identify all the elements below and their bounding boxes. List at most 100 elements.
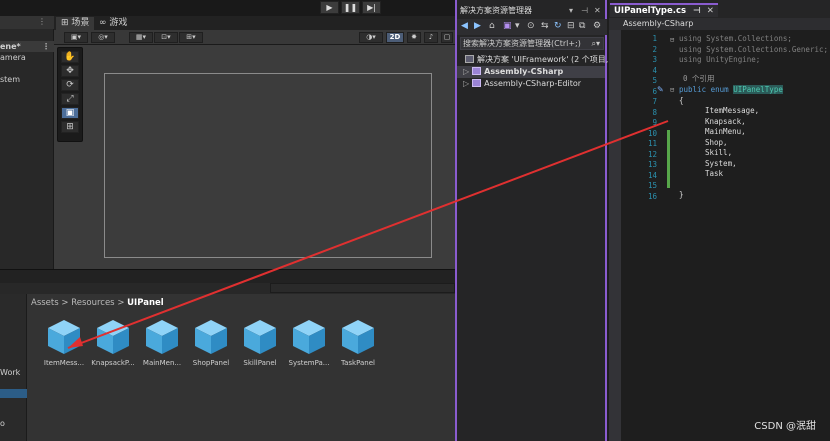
search-icon: ⌕▾ xyxy=(591,39,601,48)
scene-view[interactable]: ✋ ✥ ⟳ ⤢ ▣ ⊞ xyxy=(54,45,455,269)
canvas-rect-outline xyxy=(104,73,432,258)
move-tool-glyph: ✥ xyxy=(66,66,74,76)
pin-icon[interactable]: ⊣ xyxy=(693,6,701,16)
codelens-references[interactable]: 0 个引用 xyxy=(683,74,715,85)
rect-tool-icon[interactable]: ▣ xyxy=(61,107,79,119)
editor-tabbar: UIPanelType.cs ⊣ ✕ xyxy=(609,0,830,18)
hierarchy-item-label: stem xyxy=(0,75,21,84)
asset-item[interactable]: ShopPanel xyxy=(185,318,237,372)
prefab-cube-icon xyxy=(244,320,276,354)
show-all-files-icon[interactable]: ⧉ xyxy=(579,21,585,31)
code-editor: UIPanelType.cs ⊣ ✕ Assembly-CSharp 12345… xyxy=(609,0,830,441)
play-icon: ▶ xyxy=(326,3,333,12)
using-name: UnityEngine; xyxy=(706,55,761,64)
enum-member: Shop, xyxy=(705,137,728,147)
project-folder-tree: Work o xyxy=(0,294,27,441)
hierarchy-lock-icon[interactable]: ⋮ xyxy=(38,17,46,26)
line-number: 12 xyxy=(647,149,657,159)
hand-tool-icon[interactable]: ✋ xyxy=(61,51,79,63)
editor-nav-bar[interactable]: Assembly-CSharp xyxy=(609,18,830,30)
project-search-input[interactable] xyxy=(270,283,455,293)
step-button[interactable]: ▶| xyxy=(362,1,381,14)
pivot-dropdown[interactable]: ◎▾ xyxy=(91,32,115,43)
gizmo-grid-dropdown[interactable]: ⊞▾ xyxy=(179,32,203,43)
close-icon[interactable]: ✕ xyxy=(707,6,714,16)
dropdown-icon[interactable]: ▾ xyxy=(569,4,573,17)
back-icon[interactable]: ◀ xyxy=(461,21,468,31)
collapse-all-icon[interactable]: ⊟ xyxy=(567,21,575,31)
pending-changes-icon[interactable]: ⊙ xyxy=(527,21,535,31)
solution-explorer-title: 解决方案资源管理器 ▾ ⊣ ✕ xyxy=(457,4,607,17)
hand-tool-glyph: ✋ xyxy=(64,52,76,62)
project-node-assembly-csharp[interactable]: ▷ Assembly-CSharp xyxy=(457,66,605,78)
solution-node[interactable]: 解决方案 'UIFramework' (2 个项目, xyxy=(457,54,608,66)
forward-icon[interactable]: ▶ xyxy=(474,21,481,31)
sync-icon[interactable]: ⇆ xyxy=(541,21,549,31)
gamepad-icon: ∞ xyxy=(99,18,110,28)
grid-snap-dropdown[interactable]: ▦▾ xyxy=(129,32,153,43)
enum-member: MainMenu, xyxy=(705,127,746,136)
asset-item[interactable]: MainMen... xyxy=(136,318,188,372)
move-tool-icon[interactable]: ✥ xyxy=(61,65,79,77)
filter-dropdown-icon[interactable]: ▾ xyxy=(515,21,520,31)
solution-toolbar: ◀ ▶ ⌂ ▣ ▾ ⊙ ⇆ ↻ ⊟ ⧉ ⚙ xyxy=(457,19,607,35)
project-node-assembly-csharp-editor[interactable]: ▷ Assembly-CSharp-Editor xyxy=(457,78,605,90)
scene-menu-icon[interactable]: ⋮ xyxy=(42,41,50,52)
refresh-icon[interactable]: ↻ xyxy=(554,21,562,31)
effects-toggle[interactable]: ▢ xyxy=(441,32,453,43)
vs-switch-views-icon[interactable]: ▣ xyxy=(503,21,512,31)
scale-tool-glyph: ⤢ xyxy=(66,94,74,104)
collapse-icon[interactable]: ⊟ xyxy=(670,36,674,44)
folder-tree-item[interactable]: o xyxy=(0,418,27,429)
play-button[interactable]: ▶ xyxy=(320,1,339,14)
pin-icon[interactable]: ⊣ xyxy=(581,4,588,17)
breadcrumb-current[interactable]: UIPanel xyxy=(127,298,164,308)
solution-search-input[interactable]: 搜索解决方案资源管理器(Ctrl+;) ⌕▾ xyxy=(460,37,604,50)
enum-member: Task xyxy=(705,169,724,178)
asset-item[interactable]: KnapsackP... xyxy=(87,318,139,372)
transform-tool-icon[interactable]: ⊞ xyxy=(61,121,79,133)
solution-explorer-title-text: 解决方案资源管理器 xyxy=(460,6,532,15)
open-brace: { xyxy=(679,95,684,105)
editor-tab-title: UIPanelType.cs xyxy=(614,6,687,16)
home-icon[interactable]: ⌂ xyxy=(489,21,495,31)
enum-name[interactable]: UIPanelType xyxy=(733,85,783,94)
solution-search-placeholder: 搜索解决方案资源管理器(Ctrl+;) xyxy=(463,39,581,48)
lighting-toggle[interactable]: ✸ xyxy=(407,32,421,43)
folder-tree-item[interactable]: Work xyxy=(0,367,27,378)
render-mode-dropdown[interactable]: ◑▾ xyxy=(359,32,383,43)
audio-toggle[interactable]: ♪ xyxy=(424,32,438,43)
asset-item[interactable]: ItemMess... xyxy=(38,318,90,372)
collapse-icon[interactable]: ⊟ xyxy=(670,86,674,94)
close-icon[interactable]: ✕ xyxy=(594,4,601,17)
breadcrumb-resources[interactable]: Resources xyxy=(71,298,114,308)
enum-keyword: public enum xyxy=(679,85,729,94)
folder-tree-item-selected[interactable] xyxy=(0,389,27,398)
asset-item[interactable]: SkillPanel xyxy=(234,318,286,372)
hierarchy-item-eventsystem[interactable]: stem xyxy=(0,74,54,85)
tab-scene-label: 场景 xyxy=(71,18,90,28)
expand-icon[interactable]: ▷ xyxy=(463,67,469,76)
quick-action-icon[interactable]: ✎ xyxy=(657,85,664,94)
asset-item[interactable]: SystemPa... xyxy=(283,318,335,372)
code-line: using System.Collections.Generic; xyxy=(679,44,829,54)
hierarchy-item-label: amera xyxy=(0,53,26,62)
speaker-icon: ♪ xyxy=(428,33,434,41)
draw-mode-dropdown[interactable]: ▣▾ xyxy=(64,32,88,43)
mode-2d-toggle[interactable]: 2D xyxy=(386,32,404,43)
hierarchy-item-scene[interactable]: ene* ⋮ xyxy=(0,41,54,52)
project-node-label: Assembly-CSharp xyxy=(484,67,564,76)
pause-button[interactable]: ❚❚ xyxy=(341,1,360,14)
properties-icon[interactable]: ⚙ xyxy=(593,21,601,31)
snap-increment-dropdown[interactable]: ⊡▾ xyxy=(154,32,178,43)
scale-tool-icon[interactable]: ⤢ xyxy=(61,93,79,105)
tab-game[interactable]: ∞ 游戏 xyxy=(94,17,132,30)
rotate-tool-icon[interactable]: ⟳ xyxy=(61,79,79,91)
expand-icon[interactable]: ▷ xyxy=(463,79,469,88)
enum-member: Skill, xyxy=(705,148,733,157)
hierarchy-item-camera[interactable]: amera xyxy=(0,52,54,63)
asset-item[interactable]: TaskPanel xyxy=(332,318,384,372)
editor-tab-uipaneltype[interactable]: UIPanelType.cs ⊣ ✕ xyxy=(610,3,718,17)
breadcrumb-assets[interactable]: Assets xyxy=(31,298,59,308)
tab-scene[interactable]: ⊞ 场景 xyxy=(56,17,95,30)
